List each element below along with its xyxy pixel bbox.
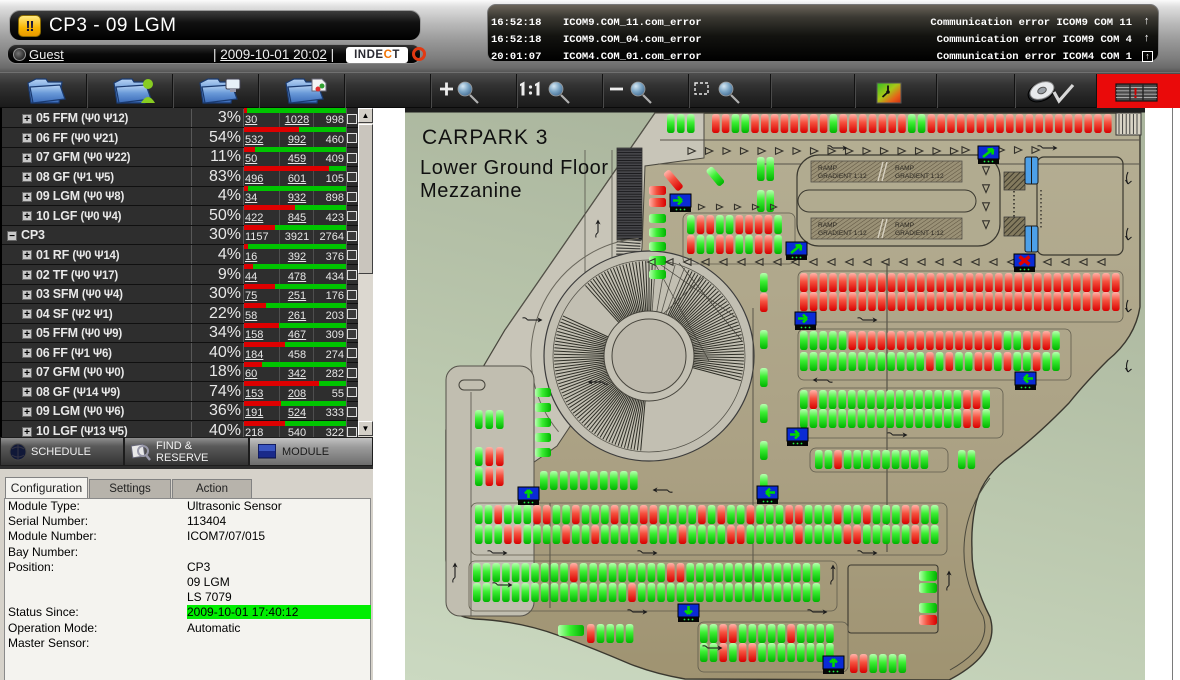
svg-text:CARPARK 3: CARPARK 3: [422, 126, 548, 149]
svg-text:GRADIENT 1:12: GRADIENT 1:12: [818, 173, 867, 180]
svg-text:RAMP: RAMP: [895, 165, 915, 172]
svg-text:RAMP: RAMP: [818, 222, 838, 229]
svg-text:GRADIENT 1:12: GRADIENT 1:12: [895, 230, 944, 237]
svg-text:Lower Ground Floor: Lower Ground Floor: [420, 157, 609, 179]
svg-text:RAMP: RAMP: [818, 165, 838, 172]
svg-text:Mezzanine: Mezzanine: [420, 180, 522, 202]
svg-text:RAMP: RAMP: [895, 222, 915, 229]
svg-text:!: !: [1133, 85, 1138, 102]
svg-text:GRADIENT 1:12: GRADIENT 1:12: [895, 173, 944, 180]
svg-text:GRADIENT 1:12: GRADIENT 1:12: [818, 230, 867, 237]
